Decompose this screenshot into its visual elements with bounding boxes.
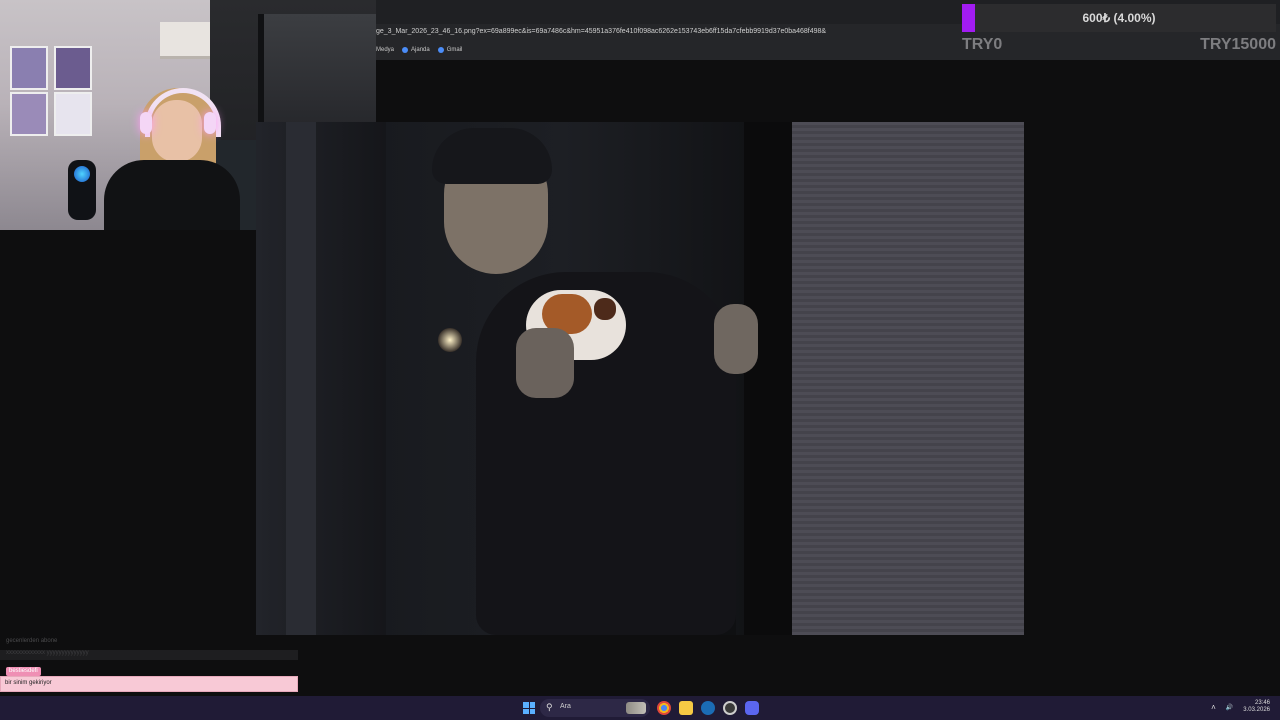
- wall-poster: [10, 46, 48, 90]
- man-hair: [432, 128, 552, 184]
- bookmark-label: Gmail: [446, 47, 463, 53]
- steam-icon[interactable]: [701, 701, 715, 715]
- goal-min-label: TRY0: [962, 36, 1003, 53]
- chrome-icon[interactable]: [657, 701, 671, 715]
- volume-icon[interactable]: 🔊: [1226, 704, 1233, 711]
- system-tray: ˄ 🔊 23:46 3.03.2026: [1211, 700, 1270, 714]
- clock[interactable]: 23:46 3.03.2026: [1243, 700, 1270, 714]
- chat-message-text: bir sinim gekiriyor: [5, 680, 52, 686]
- bookmark-ajanda[interactable]: Ajanda: [402, 47, 430, 53]
- wall-poster: [54, 92, 92, 136]
- discord-icon[interactable]: [745, 701, 759, 715]
- taskbar-search[interactable]: ⚲ Ara: [540, 699, 650, 717]
- video-frame: [256, 122, 1024, 635]
- wall-poster: [54, 46, 92, 90]
- headset-cup: [140, 112, 152, 134]
- goal-progress-text: 600₺ (4.00%): [1082, 11, 1156, 25]
- folder-icon[interactable]: [679, 701, 693, 715]
- streamer-body: [104, 160, 240, 230]
- background-lamp: [438, 328, 462, 352]
- chat-faded-line: gecenlerden abone: [6, 638, 58, 644]
- headset-cup: [204, 112, 216, 134]
- search-icon: ⚲: [546, 702, 553, 712]
- bookmark-label: Ajanda: [411, 47, 430, 53]
- goal-max-label: TRY15000: [1200, 36, 1276, 53]
- bookmark-gmail[interactable]: Gmail: [437, 47, 463, 53]
- obs-icon[interactable]: [723, 701, 737, 715]
- bookmarks-bar: Medya Ajanda Gmail: [376, 44, 462, 56]
- lamp-light: [74, 166, 90, 182]
- chevron-up-icon[interactable]: ˄: [1211, 703, 1216, 712]
- chat-faded-line: xxxxxxxxxxxxx yyyyyyyyyyyyyy: [0, 650, 298, 660]
- clock-time: 23:46: [1254, 700, 1270, 706]
- chat-overlay: gecenlerden abone xxxxxxxxxxxxx yyyyyyyy…: [0, 636, 300, 696]
- donation-goal: 600₺ (4.00%) TRY0 TRY15000: [962, 4, 1276, 56]
- search-placeholder: Ara: [560, 703, 571, 710]
- guinea-pig-spot: [594, 298, 616, 320]
- door-frame: [744, 122, 792, 635]
- man-hand: [516, 328, 574, 398]
- man-hand: [714, 304, 758, 374]
- goal-progress-bar: 600₺ (4.00%): [962, 4, 1276, 32]
- chat-message: bir sinim gekiriyor: [0, 676, 298, 692]
- search-highlight-image: [626, 702, 646, 714]
- taskbar: ⚲ Ara ˄ 🔊 23:46 3.03.2026: [0, 696, 1280, 720]
- door-panel: [286, 122, 316, 635]
- room-window: [258, 14, 376, 134]
- globe-icon: [402, 47, 409, 53]
- windows-start-icon[interactable]: [523, 702, 535, 714]
- window-blinds: [792, 122, 1024, 635]
- bookmark-label: Medya: [376, 47, 395, 53]
- wall-poster: [10, 92, 48, 136]
- door-left: [256, 122, 386, 635]
- bookmark-medya[interactable]: Medya: [376, 47, 394, 53]
- globe-icon: [437, 47, 444, 53]
- chat-username-badge: bestiesdefi: [6, 667, 41, 676]
- clock-date: 3.03.2026: [1243, 707, 1270, 713]
